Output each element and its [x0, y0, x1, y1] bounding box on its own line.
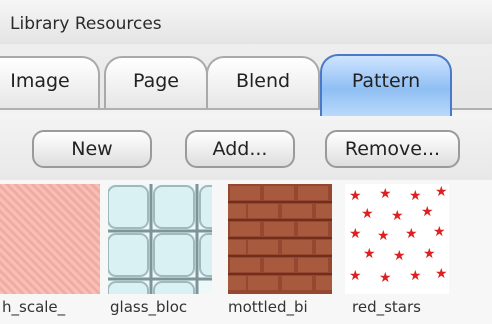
svg-text:★: ★ — [361, 206, 374, 222]
svg-text:★: ★ — [435, 184, 448, 200]
svg-text:★: ★ — [377, 228, 390, 244]
title-bar: Library Resources — [0, 0, 492, 45]
svg-text:★: ★ — [435, 266, 448, 282]
pattern-grid: ★ ★ ★ ★ ★ ★ ★ ★ ★ ★ ★ ★ ★ ★ ★ ★ ★ ★ h_scale_ glass_bl… — [0, 180, 492, 324]
tab-image-label: Image — [10, 70, 70, 92]
brick-pattern-thumbnail[interactable] — [228, 184, 332, 294]
svg-text:★: ★ — [393, 248, 406, 264]
tab-blend-label: Blend — [235, 70, 291, 92]
svg-text:★: ★ — [409, 188, 422, 204]
svg-text:★: ★ — [421, 204, 434, 220]
svg-text:★: ★ — [379, 186, 392, 202]
red-stars-pattern-thumbnail[interactable]: ★ ★ ★ ★ ★ ★ ★ ★ ★ ★ ★ ★ ★ ★ ★ ★ ★ ★ — [345, 184, 449, 294]
svg-text:★: ★ — [379, 270, 392, 286]
pattern-label: glass_bloc — [110, 298, 188, 316]
tab-page[interactable]: Page — [104, 56, 208, 114]
tab-pattern[interactable]: Pattern — [320, 54, 452, 116]
svg-text:★: ★ — [363, 246, 376, 262]
tab-image[interactable]: Image — [0, 56, 100, 114]
svg-text:★: ★ — [405, 226, 418, 242]
tab-strip: Image Page Blend Pattern — [0, 44, 492, 116]
add-button[interactable]: Add... — [185, 130, 295, 168]
tab-blend[interactable]: Blend — [206, 56, 320, 114]
svg-text:★: ★ — [391, 208, 404, 224]
pattern-label: h_scale_ — [2, 298, 66, 316]
button-row: New Add... Remove... — [0, 114, 492, 180]
new-button[interactable]: New — [32, 130, 152, 168]
svg-text:★: ★ — [349, 226, 362, 242]
pattern-label: red_stars — [352, 298, 421, 316]
tab-pattern-label: Pattern — [351, 70, 421, 92]
pattern-label: mottled_bi — [228, 298, 308, 316]
remove-button[interactable]: Remove... — [325, 130, 460, 168]
svg-text:★: ★ — [349, 188, 362, 204]
svg-text:★: ★ — [423, 246, 436, 262]
pink-scale-pattern-thumbnail[interactable] — [0, 184, 100, 294]
window-title: Library Resources — [10, 14, 162, 34]
svg-text:★: ★ — [409, 268, 422, 284]
svg-text:★: ★ — [349, 268, 362, 284]
svg-text:★: ★ — [433, 224, 446, 240]
tab-page-label: Page — [133, 70, 179, 92]
glass-block-pattern-thumbnail[interactable] — [108, 184, 212, 294]
